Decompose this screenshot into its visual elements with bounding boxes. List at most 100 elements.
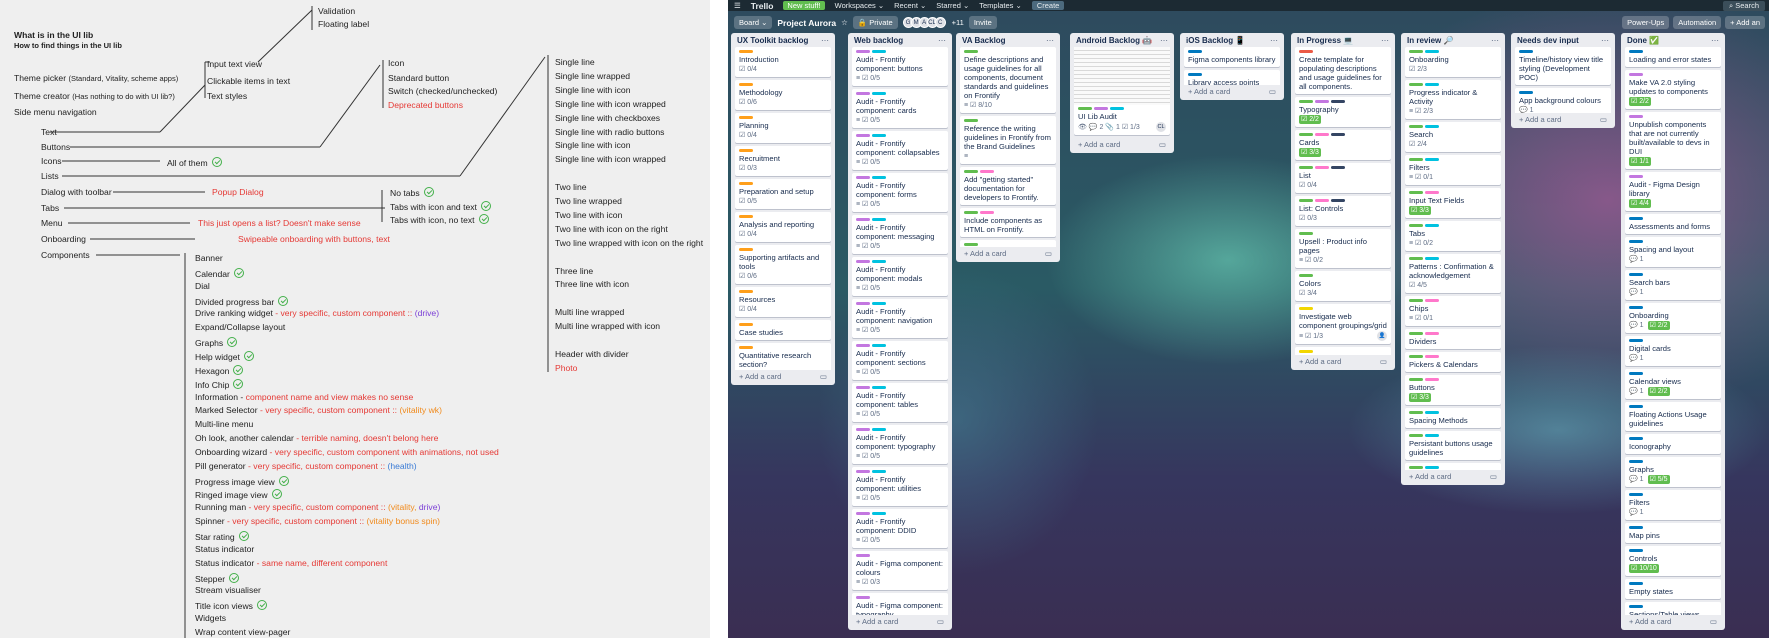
add-card-button[interactable]: + Add a card ▭	[1180, 85, 1284, 100]
card[interactable]: Dividers	[1405, 329, 1501, 349]
add-card-button[interactable]: + Add a card ▭	[956, 247, 1060, 262]
list-menu-icon[interactable]: ⋯	[1491, 36, 1499, 45]
card-member-avatar[interactable]: CL	[1156, 122, 1166, 132]
template-icon[interactable]: ▭	[937, 617, 944, 626]
card[interactable]: Analysis and reporting ☑ 0/4	[735, 212, 831, 242]
card[interactable]: UI Lib Audit 👁 💬 2 📎 1 ☑ 1/3 CL	[1074, 47, 1170, 135]
card[interactable]: Audit - Frontify component: utilities ≡ ☑…	[852, 467, 948, 506]
card[interactable]: Supporting artifacts and tools ☑ 0/6	[735, 245, 831, 284]
apps-icon[interactable]: ☰	[734, 1, 741, 10]
card[interactable]: App background colours 💬 1	[1515, 88, 1611, 113]
card[interactable]: Unpublish components that are not curren…	[1625, 112, 1721, 169]
list-title[interactable]: Needs dev input	[1517, 36, 1579, 45]
card[interactable]: List ☑ 0/4	[1295, 163, 1391, 193]
card[interactable]: Patterns : Confirmation & acknowledgemen…	[1405, 254, 1501, 293]
card[interactable]: Audit - Frontify component: messaging ≡ ☑…	[852, 215, 948, 254]
card[interactable]: Sections/Table views☑ 3/3	[1625, 602, 1721, 615]
card[interactable]: Loading and error states	[1625, 47, 1721, 67]
card[interactable]: Audit - Figma component: colours ≡ ☑ 0/3	[852, 551, 948, 590]
template-icon[interactable]: ▭	[1159, 140, 1166, 149]
card[interactable]: Timeline/history view title styling (Dev…	[1515, 47, 1611, 85]
list-title[interactable]: VA Backlog	[962, 36, 1006, 45]
card[interactable]: Audit - Frontify component: navigation ≡ …	[852, 299, 948, 338]
template-icon[interactable]: ▭	[1045, 249, 1052, 258]
card[interactable]: Include components as HTML on Frontify.	[960, 208, 1056, 237]
card[interactable]: Create template for populating descripti…	[1295, 47, 1391, 94]
card[interactable]: Audit - Frontify component: sections ≡ ☑ …	[852, 341, 948, 380]
card[interactable]: Spacing Methods	[1405, 408, 1501, 428]
card[interactable]: Search ☑ 2/4	[1405, 122, 1501, 152]
add-card-button[interactable]: + Add a card ▭	[731, 370, 835, 385]
template-icon[interactable]: ▭	[1269, 87, 1276, 96]
card[interactable]: Graphs 💬 1 ☑ 5/5	[1625, 457, 1721, 487]
card-member-avatar[interactable]: 👤	[1377, 331, 1387, 341]
new-stuff-button[interactable]: New stuff!	[783, 1, 825, 10]
template-icon[interactable]: ▭	[1380, 357, 1387, 366]
list-menu-icon[interactable]: ⋯	[1711, 36, 1719, 45]
board-title[interactable]: Project Aurora	[777, 18, 836, 28]
card[interactable]: Buttons ☑ 3/3	[1405, 375, 1501, 405]
card[interactable]: Pickers & Calendars	[1405, 352, 1501, 372]
template-icon[interactable]: ▭	[1490, 472, 1497, 481]
card[interactable]: Controls ☑ 10/10	[1625, 546, 1721, 576]
card[interactable]: Onboarding 💬 1 ☑ 2/2	[1625, 303, 1721, 333]
list-title[interactable]: In Progress 💻	[1297, 36, 1353, 45]
card[interactable]: Recruitment ☑ 0/3	[735, 146, 831, 176]
member-avatar[interactable]: C	[934, 17, 946, 28]
invite-button[interactable]: Invite	[968, 16, 997, 29]
card[interactable]: Empty States≡ ☑ 0/2	[1405, 463, 1501, 470]
list-menu-icon[interactable]: ⋯	[1046, 36, 1054, 45]
card[interactable]: Upsell : Product info pages ≡ ☑ 0/2	[1295, 229, 1391, 268]
star-icon[interactable]: ☆	[841, 18, 848, 27]
card[interactable]: Chips ≡ ☑ 0/1	[1405, 296, 1501, 326]
card[interactable]: Iconography	[1625, 434, 1721, 454]
workspaces-menu[interactable]: Workspaces ⌄	[835, 1, 885, 10]
card[interactable]: Investigate web component groupings/grid…	[1295, 304, 1391, 344]
card[interactable]: Floating Actions Usage guidelines	[1625, 402, 1721, 431]
list-title[interactable]: UX Toolkit backlog	[737, 36, 808, 45]
card[interactable]: Methodology ☑ 0/6	[735, 80, 831, 110]
recent-menu[interactable]: Recent ⌄	[894, 1, 926, 10]
card[interactable]: Audit - Frontify component: buttons ≡ ☑ 0…	[852, 47, 948, 86]
list-title[interactable]: Web backlog	[854, 36, 903, 45]
card[interactable]: Assessments and forms	[1625, 214, 1721, 234]
card[interactable]: Onboarding ☑ 2/3	[1405, 47, 1501, 77]
list-menu-icon[interactable]: ⋯	[1601, 36, 1609, 45]
search-input[interactable]: ⌕ Search	[1722, 0, 1765, 11]
board-view-button[interactable]: Board ⌄	[734, 16, 773, 29]
template-icon[interactable]: ▭	[820, 372, 827, 381]
list-title[interactable]: In review 🔎	[1407, 36, 1453, 45]
card[interactable]: Persistant buttons usage guidelines	[1405, 431, 1501, 460]
card[interactable]: Progress indicator & Activity ≡ ☑ 2/3	[1405, 80, 1501, 119]
board-members[interactable]: G M A CL C	[902, 17, 946, 28]
list-menu-icon[interactable]: ⋯	[1270, 36, 1278, 45]
card[interactable]: Audit - Frontify component: cards ≡ ☑ 0/5	[852, 89, 948, 128]
card[interactable]: Design components for WhatsApp	[960, 240, 1056, 247]
card[interactable]: Research - Figma enhancements≡K	[1295, 347, 1391, 355]
card[interactable]: Search bars 💬 1	[1625, 270, 1721, 300]
card[interactable]: Tabs ≡ ☑ 0/2	[1405, 221, 1501, 251]
card[interactable]: Preparation and setup ☑ 0/5	[735, 179, 831, 209]
card[interactable]: Calendar views 💬 1 ☑ 2/2	[1625, 369, 1721, 399]
card[interactable]: Filters ≡ ☑ 0/1	[1405, 155, 1501, 185]
add-card-button[interactable]: + Add a card ▭	[1511, 113, 1615, 128]
list-menu-icon[interactable]: ⋯	[1160, 36, 1168, 45]
card[interactable]: Audit - Figma component: typography≡ ☑ 0…	[852, 593, 948, 615]
list-menu-icon[interactable]: ⋯	[821, 36, 829, 45]
private-button[interactable]: 🔒 Private	[852, 16, 898, 29]
card[interactable]: Define descriptions and usage guidelines…	[960, 47, 1056, 113]
card[interactable]: Audit - Frontify component: typography ≡ …	[852, 425, 948, 464]
card[interactable]: Audit - Frontify component: tables ≡ ☑ 0/…	[852, 383, 948, 422]
add-card-button[interactable]: + Add a card ▭	[1291, 355, 1395, 370]
add-card-button[interactable]: + Add a card ▭	[848, 615, 952, 630]
card[interactable]: Library access points	[1184, 70, 1280, 85]
trello-logo[interactable]: Trello	[751, 1, 774, 11]
card[interactable]: Digital cards 💬 1	[1625, 336, 1721, 366]
list-title[interactable]: Android Backlog 🤖	[1076, 36, 1152, 45]
templates-menu[interactable]: Templates ⌄	[979, 1, 1022, 10]
automation-button[interactable]: Automation	[1673, 16, 1722, 29]
list-menu-icon[interactable]: ⋯	[938, 36, 946, 45]
starred-menu[interactable]: Starred ⌄	[936, 1, 969, 10]
create-button[interactable]: Create	[1031, 1, 1065, 10]
card[interactable]: Resources ☑ 0/4	[735, 287, 831, 317]
